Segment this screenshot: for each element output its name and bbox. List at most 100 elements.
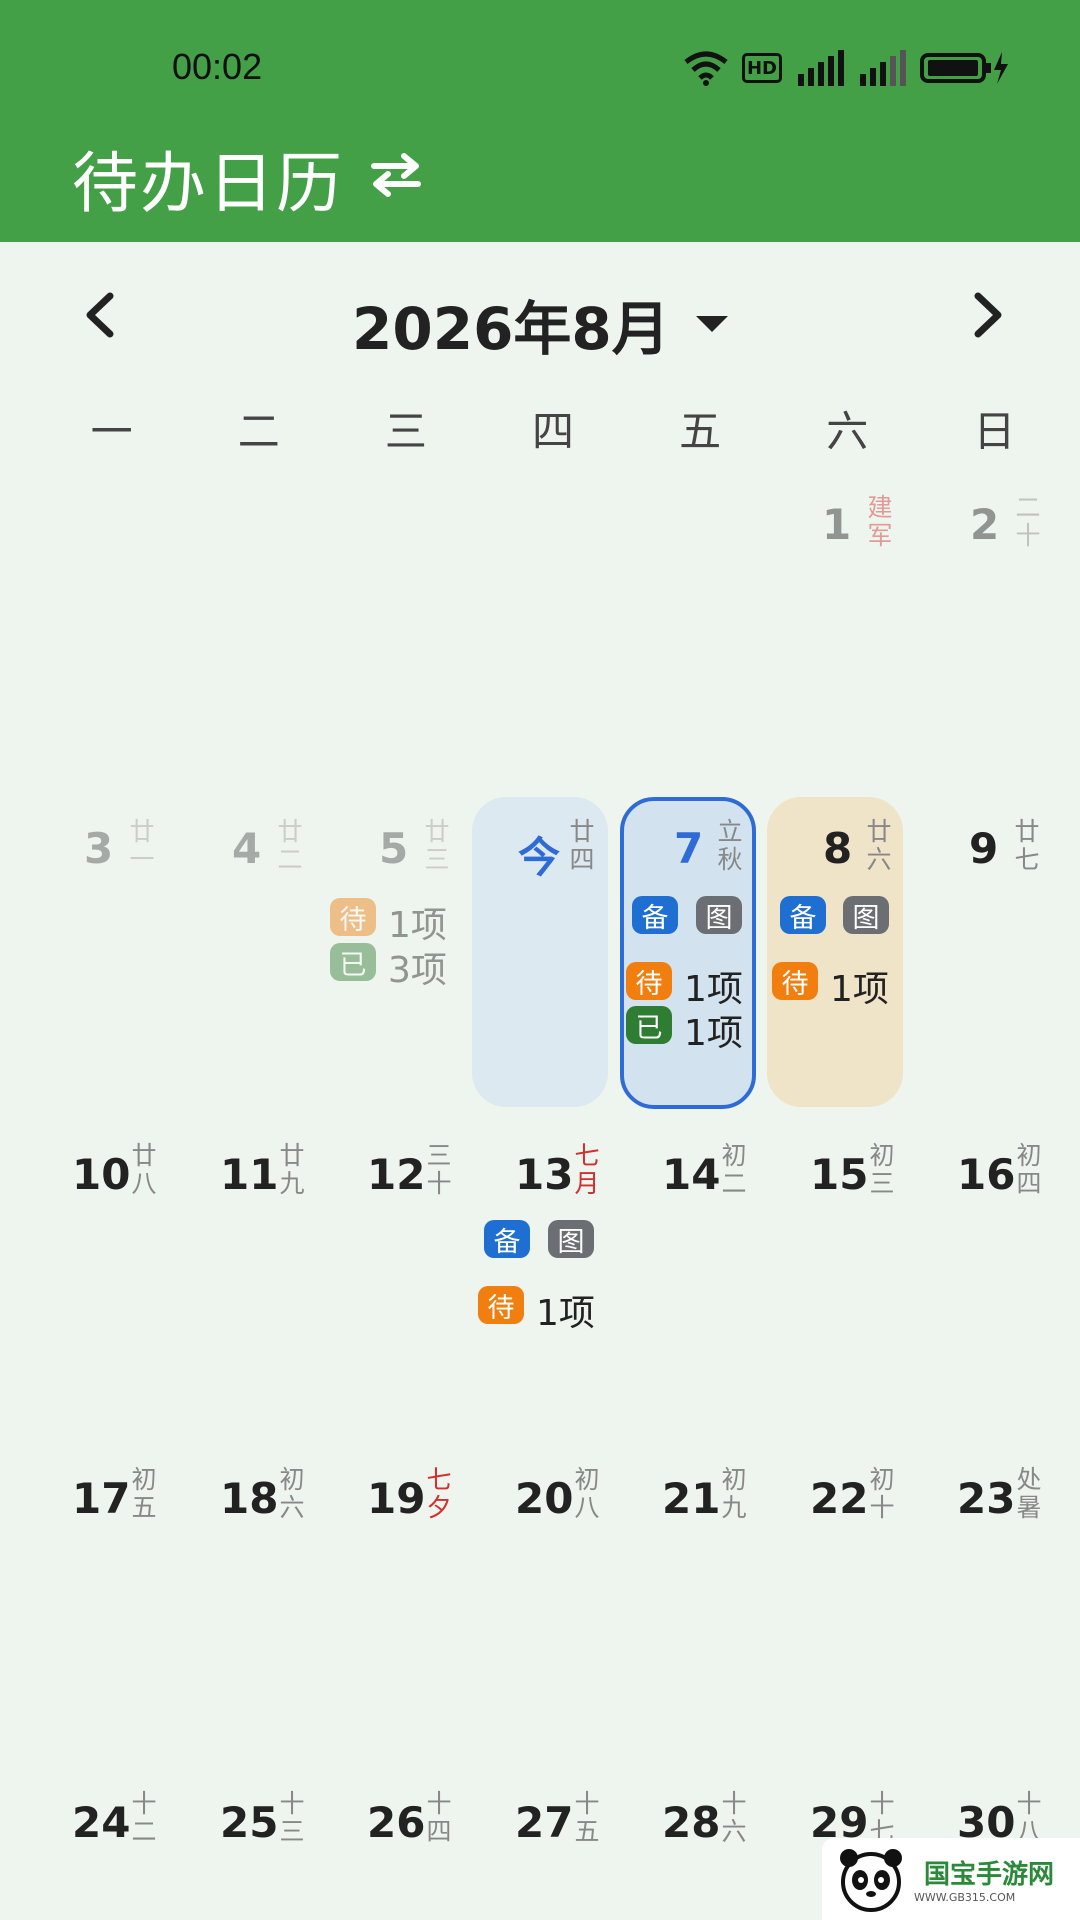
weekday-label: 六 <box>826 407 869 456</box>
signal-5g-icon <box>798 50 844 86</box>
status-time: 00:02 <box>172 46 263 87</box>
lunar-date: 廿二 <box>277 817 303 874</box>
signal-4g-icon <box>860 50 906 86</box>
day-number: 4 <box>232 824 262 873</box>
lunar-date: 初九 <box>721 1465 747 1522</box>
caret-down-icon <box>695 316 728 332</box>
lunar-date: 廿八 <box>131 1141 157 1198</box>
lunar-date: 三十 <box>426 1141 452 1198</box>
day-number: 1 <box>822 500 852 549</box>
lunar-date: 廿四 <box>569 817 595 874</box>
day-number: 今 <box>518 833 561 882</box>
weekday-label: 四 <box>531 407 574 456</box>
lunar-date: 十六 <box>721 1789 747 1846</box>
day-number: 14 <box>662 1150 721 1199</box>
lunar-date: 七夕 <box>426 1465 452 1522</box>
status-icons: HD <box>684 48 1010 88</box>
day-number: 22 <box>810 1474 869 1523</box>
day-number: 17 <box>72 1474 131 1523</box>
day-number: 25 <box>220 1798 279 1847</box>
wifi-icon <box>684 51 728 86</box>
lunar-date: 廿六 <box>866 817 892 874</box>
swap-icon[interactable] <box>368 150 424 198</box>
day-number: 10 <box>72 1150 131 1199</box>
app-title: 待办日历 <box>72 145 344 222</box>
watermark: 国宝手游网 WWW.GB315.COM <box>822 1838 1080 1920</box>
lunar-date: 立秋 <box>717 817 743 874</box>
weekday-label: 日 <box>973 407 1016 456</box>
lunar-date: 初五 <box>131 1465 157 1522</box>
lunar-date: 建军 <box>867 493 893 550</box>
lunar-date: 七月 <box>574 1141 600 1198</box>
day-number: 7 <box>674 824 704 873</box>
day-number: 2 <box>970 500 1000 549</box>
battery-icon <box>920 52 1008 84</box>
memo-tag: 备 <box>780 896 826 934</box>
day-number: 12 <box>367 1150 426 1199</box>
pending-tag: 待 <box>478 1286 524 1324</box>
done-tag: 已 <box>330 943 376 981</box>
day-number: 18 <box>220 1474 279 1523</box>
weekday-label: 三 <box>384 407 427 456</box>
day-number: 19 <box>367 1474 426 1523</box>
image-tag: 图 <box>548 1220 594 1258</box>
lunar-date: 初四 <box>1016 1141 1042 1198</box>
weekday-header: 一 二 三 四 五 六 日 <box>38 398 1068 459</box>
memo-tag: 备 <box>632 896 678 934</box>
day-number: 26 <box>367 1798 426 1847</box>
day-number: 27 <box>515 1798 574 1847</box>
lunar-date: 初十 <box>869 1465 895 1522</box>
lunar-date: 十二 <box>131 1789 157 1846</box>
lunar-date: 二十 <box>1015 493 1041 550</box>
hd-icon: HD <box>742 53 782 83</box>
memo-tag: 备 <box>484 1220 530 1258</box>
day-number: 8 <box>823 824 853 873</box>
day-number: 13 <box>515 1150 574 1199</box>
day-number: 21 <box>662 1474 721 1523</box>
lunar-date: 十五 <box>574 1789 600 1846</box>
lunar-date: 处暑 <box>1016 1465 1042 1522</box>
watermark-brand: 国宝手游网 <box>924 1860 1055 1890</box>
lunar-date: 廿九 <box>279 1141 305 1198</box>
day-number: 3 <box>84 824 114 873</box>
lunar-date: 十四 <box>426 1789 452 1846</box>
weekday-label: 五 <box>679 407 722 456</box>
month-selector[interactable]: 2026年8月 <box>352 282 728 366</box>
day-number: 11 <box>220 1150 279 1199</box>
chevron-left-icon[interactable] <box>76 290 126 340</box>
done-count: 1项 <box>684 1013 743 1054</box>
lunar-date: 初六 <box>279 1465 305 1522</box>
month-nav: 2026年8月 <box>0 270 1080 363</box>
pending-count: 1项 <box>830 969 889 1010</box>
day-number: 15 <box>810 1150 869 1199</box>
day-number: 24 <box>72 1798 131 1847</box>
lunar-date: 十三 <box>279 1789 305 1846</box>
lunar-date: 廿七 <box>1014 817 1040 874</box>
watermark-url: WWW.GB315.COM <box>914 1891 1016 1904</box>
day-number: 5 <box>379 824 409 873</box>
lunar-date: 初三 <box>869 1141 895 1198</box>
pending-tag: 待 <box>772 962 818 1000</box>
pending-tag: 待 <box>330 898 376 936</box>
done-count: 3项 <box>388 950 447 991</box>
chevron-right-icon[interactable] <box>962 290 1012 340</box>
lunar-date: 初二 <box>721 1141 747 1198</box>
image-tag: 图 <box>843 896 889 934</box>
weekday-label: 一 <box>90 407 133 456</box>
image-tag: 图 <box>696 896 742 934</box>
lunar-date: 初八 <box>574 1465 600 1522</box>
day-number: 23 <box>957 1474 1016 1523</box>
done-tag: 已 <box>626 1006 672 1044</box>
day-number: 16 <box>957 1150 1016 1199</box>
pending-count: 1项 <box>536 1293 595 1334</box>
panda-logo-icon <box>840 1849 902 1912</box>
day-number: 9 <box>969 824 999 873</box>
app-bar: 00:02 HD 待办日历 <box>0 0 1080 242</box>
month-title: 2026年8月 <box>352 295 670 363</box>
day-number: 20 <box>515 1474 574 1523</box>
lunar-date: 廿一 <box>129 817 155 874</box>
lunar-date: 廿三 <box>424 817 450 874</box>
weekday-label: 二 <box>237 407 280 456</box>
pending-tag: 待 <box>626 962 672 1000</box>
day-number: 28 <box>662 1798 721 1847</box>
